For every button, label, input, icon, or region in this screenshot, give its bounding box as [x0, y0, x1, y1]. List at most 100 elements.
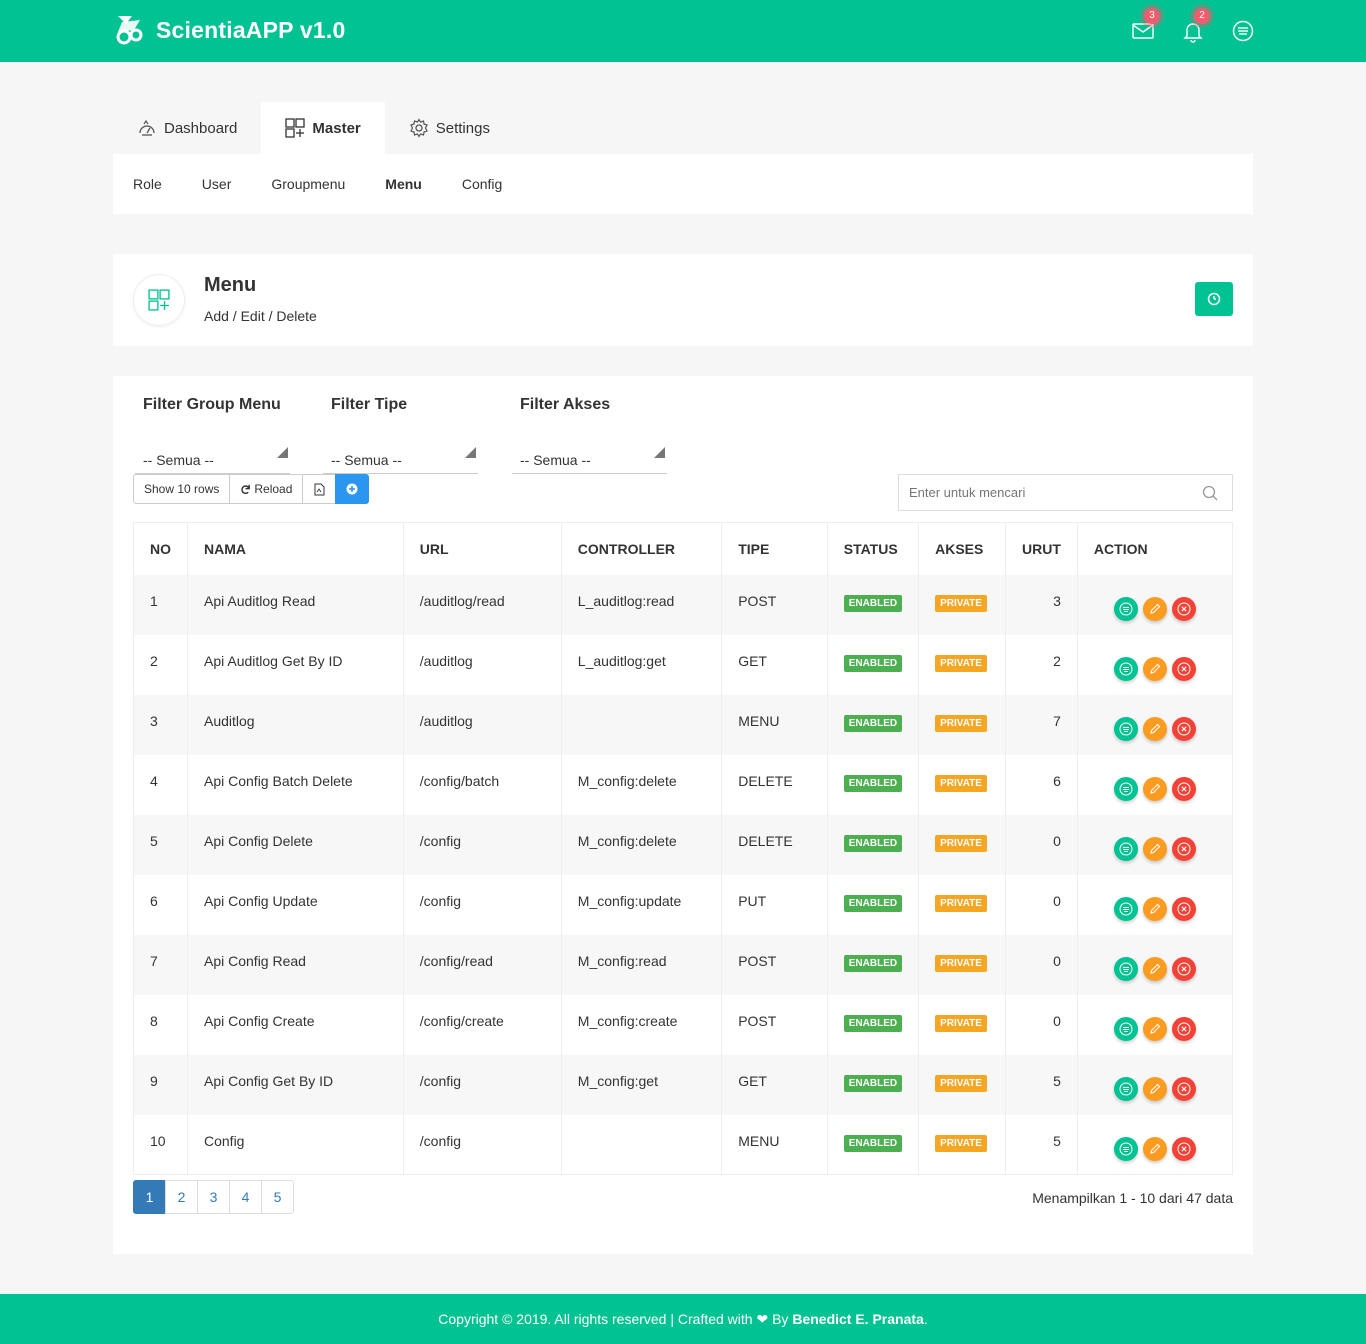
cell-tipe: DELETE [721, 754, 828, 815]
history-button[interactable] [1195, 282, 1233, 316]
delete-button[interactable] [1171, 896, 1196, 921]
view-button[interactable] [1113, 1136, 1138, 1161]
filter-tipe-select[interactable]: -- Semua -- [323, 430, 478, 474]
page-button-3[interactable]: 3 [197, 1180, 230, 1214]
cell-url: /auditlog [403, 634, 562, 695]
notification-button[interactable]: 2 [1181, 8, 1210, 43]
filter-akses-value: -- Semua -- [520, 452, 591, 468]
edit-button[interactable] [1142, 956, 1167, 981]
akses-badge: PRIVATE [935, 954, 987, 972]
pagination-info: Menampilkan 1 - 10 dari 47 data [1032, 1190, 1233, 1206]
edit-button[interactable] [1142, 896, 1167, 921]
page-button-5[interactable]: 5 [261, 1180, 294, 1214]
view-button[interactable] [1113, 896, 1138, 921]
delete-button[interactable] [1171, 596, 1196, 621]
delete-button[interactable] [1171, 1076, 1196, 1101]
detail-icon [1119, 902, 1133, 915]
col-header-urut[interactable]: URUT [1005, 522, 1078, 575]
cell-akses: PRIVATE [918, 754, 1007, 815]
reload-label: Reload [254, 482, 293, 496]
subnav-user[interactable]: User [202, 176, 232, 192]
cell-action [1077, 635, 1232, 695]
page-button-2[interactable]: 2 [165, 1180, 198, 1214]
col-header-akses[interactable]: AKSES [918, 522, 1007, 575]
add-button[interactable] [335, 474, 370, 504]
tab-dashboard-label: Dashboard [164, 119, 238, 137]
view-button[interactable] [1113, 776, 1138, 801]
mail-button[interactable]: 3 [1131, 8, 1160, 43]
edit-button[interactable] [1142, 1076, 1167, 1101]
reload-button[interactable]: Reload [229, 474, 304, 504]
page-button-4[interactable]: 4 [229, 1180, 262, 1214]
col-header-controller[interactable]: CONTROLLER [561, 522, 723, 575]
edit-button[interactable] [1142, 776, 1167, 801]
view-button[interactable] [1113, 836, 1138, 861]
notification-badge: 2 [1194, 8, 1210, 24]
delete-button[interactable] [1171, 716, 1196, 741]
user-menu-button[interactable] [1231, 19, 1255, 43]
col-header-action: ACTION [1093, 540, 1148, 557]
cell-action [1077, 1054, 1233, 1115]
footer-author[interactable]: Benedict E. Pranata [792, 1311, 924, 1327]
col-header-status[interactable]: STATUS [827, 522, 920, 575]
cell-nama: Api Config Get By ID [187, 1054, 404, 1115]
edit-button[interactable] [1142, 656, 1167, 681]
tab-settings[interactable]: Settings [385, 102, 514, 154]
view-button[interactable] [1113, 656, 1138, 681]
brand[interactable]: ScientiaAPP v1.0 [112, 12, 345, 49]
search-input[interactable] [899, 475, 1189, 510]
cell-no: 9 [133, 1054, 188, 1115]
pencil-icon [1150, 1023, 1161, 1034]
cell-controller: M_config:create [561, 994, 723, 1055]
delete-button[interactable] [1171, 1016, 1196, 1041]
row-actions [1094, 653, 1216, 681]
delete-button[interactable] [1171, 836, 1196, 861]
view-button[interactable] [1113, 596, 1138, 621]
col-header-tipe[interactable]: TIPE [721, 522, 828, 575]
page-button-1[interactable]: 1 [133, 1180, 166, 1214]
subnav-config[interactable]: Config [462, 176, 502, 192]
tab-master[interactable]: Master [261, 102, 385, 154]
cell-no: 1 [133, 574, 188, 635]
cell-status: ENABLED [827, 814, 920, 875]
delete-button[interactable] [1171, 956, 1196, 981]
subnav-role[interactable]: Role [133, 176, 162, 192]
cell-controller: M_config:read [561, 934, 723, 995]
delete-button[interactable] [1171, 656, 1196, 681]
cell-url: /auditlog [403, 694, 562, 755]
edit-button[interactable] [1142, 836, 1167, 861]
cell-no: 2 [133, 634, 188, 695]
cell-tipe: POST [721, 574, 828, 635]
view-button[interactable] [1113, 956, 1138, 981]
delete-button[interactable] [1171, 1136, 1196, 1161]
page-title: Menu [204, 274, 257, 296]
tab-dashboard[interactable]: Dashboard [113, 102, 261, 154]
edit-button[interactable] [1142, 716, 1167, 741]
subnav-menu[interactable]: Menu [385, 176, 422, 192]
cell-controller [561, 694, 723, 755]
edit-button[interactable] [1142, 1136, 1167, 1161]
show-rows-button[interactable]: Show 10 rows [133, 474, 231, 504]
view-button[interactable] [1113, 1076, 1138, 1101]
export-pdf-button[interactable] [302, 474, 337, 504]
clock-icon [1207, 292, 1221, 306]
delete-button[interactable] [1171, 776, 1196, 801]
cell-nama: Auditlog [187, 694, 404, 755]
search-icon[interactable] [1202, 485, 1218, 501]
edit-button[interactable] [1142, 596, 1167, 621]
edit-button[interactable] [1142, 1016, 1167, 1041]
cell-action [1077, 995, 1232, 1055]
table-row: 1 Api Auditlog Read/auditlog/read L_auditl… [133, 574, 1233, 635]
subnav-groupmenu[interactable]: Groupmenu [271, 176, 345, 192]
cell-nama: Api Config Update [187, 874, 404, 935]
table-row: 5 Api Config Delete/config M_config:delete… [133, 814, 1233, 875]
col-header-no[interactable]: NO [133, 522, 188, 575]
col-header-url[interactable]: URL [403, 522, 562, 575]
col-header-nama[interactable]: NAMA [187, 522, 404, 575]
close-circle-icon [1177, 1022, 1191, 1035]
filter-group-menu-select[interactable]: -- Semua -- [135, 430, 290, 474]
close-circle-icon [1177, 722, 1191, 735]
view-button[interactable] [1113, 1016, 1138, 1041]
view-button[interactable] [1113, 716, 1138, 741]
filter-akses-select[interactable]: -- Semua -- [512, 430, 667, 474]
